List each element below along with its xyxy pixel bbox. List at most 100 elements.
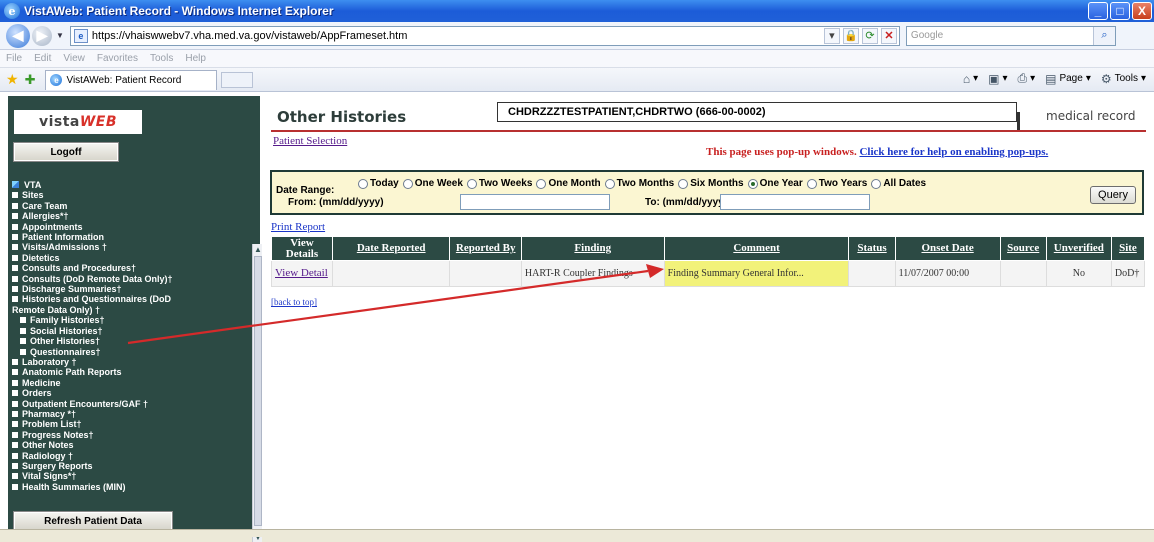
sidebar-item[interactable]: Problem List† [12,419,258,429]
sidebar-item[interactable]: Questionnaires† [12,347,258,357]
col-finding-label[interactable]: Finding [574,242,611,254]
col-onset-date[interactable]: Onset Date [894,236,1001,261]
sidebar-item[interactable]: Surgery Reports [12,461,258,471]
back-to-top-link[interactable]: [back to top] [271,297,317,307]
col-source[interactable]: Source [999,236,1047,261]
address-url[interactable]: https://vhaiswwebv7.vha.med.va.gov/vista… [92,30,407,42]
refresh-icon[interactable]: ⟳ [861,27,878,44]
radio-button[interactable] [358,178,368,189]
col-date-reported-label[interactable]: Date Reported [357,242,426,254]
col-unverified-label[interactable]: Unverified [1054,242,1104,254]
sidebar-item[interactable]: Sites [12,190,258,200]
date-range-option[interactable]: One Year [747,178,803,189]
feeds-button[interactable]: ▣ ▾ [988,72,1007,86]
sidebar-item[interactable]: Other Notes [12,440,258,450]
menu-favorites[interactable]: Favorites [97,53,138,64]
date-range-option[interactable]: One Week [402,178,463,189]
sidebar-item[interactable]: Consults (DoD Remote Data Only)† [12,274,258,284]
date-range-option[interactable]: Today [358,178,399,189]
close-button[interactable]: X [1132,2,1152,20]
sidebar-item[interactable]: Outpatient Encounters/GAF † [12,399,258,409]
col-date-reported[interactable]: Date Reported [331,236,451,261]
refresh-patient-data-button[interactable]: Refresh Patient Data [13,511,173,531]
sidebar-item[interactable]: Appointments [12,222,258,232]
stop-icon[interactable]: ✕ [880,27,897,44]
date-range-option[interactable]: All Dates [871,178,926,189]
scroll-up-icon[interactable]: ▲ [253,244,263,254]
address-bar[interactable]: e https://vhaiswwebv7.vha.med.va.gov/vis… [69,25,900,46]
col-comment[interactable]: Comment [663,236,850,261]
date-range-option[interactable]: Six Months [678,178,744,189]
patient-selection-link[interactable]: Patient Selection [273,135,347,147]
sidebar-item[interactable]: VTA [12,180,258,190]
col-onset-date-label[interactable]: Onset Date [921,242,973,254]
col-reported-by-label[interactable]: Reported By [456,242,516,254]
maximize-button[interactable]: □ [1110,2,1130,20]
sidebar-item[interactable]: Family Histories† [12,315,258,325]
minimize-button[interactable]: _ [1088,2,1108,20]
tools-menu[interactable]: ⚙ Tools ▾ [1101,72,1146,86]
history-dropdown-icon[interactable]: ▼ [56,31,64,40]
sidebar-item[interactable]: Social Histories† [12,326,258,336]
popup-help-link[interactable]: Click here for help on enabling pop-ups. [859,146,1048,158]
sidebar-item[interactable]: Orders [12,388,258,398]
menu-view[interactable]: View [63,53,85,64]
sidebar-item[interactable]: Medicine [12,378,258,388]
radio-button[interactable] [604,178,615,189]
search-input[interactable]: Google ⌕ [905,25,1116,46]
menu-edit[interactable]: Edit [34,53,51,64]
radio-button[interactable] [536,178,547,189]
col-site[interactable]: Site [1110,236,1146,261]
sidebar-item[interactable]: Consults and Procedures† [12,263,258,273]
sidebar-item[interactable]: Health Summaries (MIN) [12,482,258,492]
date-range-option[interactable]: Two Years [806,178,867,189]
radio-button[interactable] [806,178,817,189]
sidebar-item[interactable]: Discharge Summaries† [12,284,258,294]
search-icon[interactable]: ⌕ [1092,26,1115,45]
sidebar-item[interactable]: Radiology † [12,451,258,461]
tab-patient-record[interactable]: e VistAWeb: Patient Record [45,69,218,90]
sidebar-item[interactable]: Anatomic Path Reports [12,367,258,377]
radio-button[interactable] [402,178,413,189]
sidebar-item[interactable]: Dietetics [12,253,258,263]
sidebar-item[interactable]: Remote Data Only) † [12,305,258,315]
radio-button[interactable] [678,178,689,189]
date-range-option[interactable]: One Month [536,178,601,189]
col-finding[interactable]: Finding [520,236,665,261]
sidebar-item[interactable]: Laboratory † [12,357,258,367]
sidebar-scrollbar[interactable]: ▲ ▼ [252,244,262,542]
add-favorites-icon[interactable]: ✚ [25,72,36,88]
sidebar-item[interactable]: Progress Notes† [12,430,258,440]
sidebar-item[interactable]: Allergies*† [12,211,258,221]
page-menu[interactable]: ▤ Page ▾ [1045,72,1091,86]
sidebar-item[interactable]: Patient Information [12,232,258,242]
radio-button[interactable] [747,178,758,189]
home-button[interactable]: ⌂ ▾ [963,72,978,86]
logoff-button[interactable]: Logoff [13,142,119,162]
scroll-thumb[interactable] [254,256,262,526]
from-date-input[interactable] [460,194,610,210]
forward-button[interactable]: ▶ [32,25,52,46]
col-comment-label[interactable]: Comment [733,242,779,254]
col-site-label[interactable]: Site [1119,242,1137,254]
address-dropdown-icon[interactable]: ▾ [823,27,840,44]
sidebar-item[interactable]: Pharmacy *† [12,409,258,419]
date-range-option[interactable]: Two Months [604,178,674,189]
new-tab-button[interactable] [221,71,254,88]
lock-icon[interactable]: 🔒 [842,27,859,44]
print-button[interactable]: ⎙ ▾ [1017,71,1035,86]
radio-button[interactable] [871,178,882,189]
col-reported-by[interactable]: Reported By [449,236,522,261]
col-unverified[interactable]: Unverified [1045,236,1112,261]
favorites-star-icon[interactable]: ★ [6,71,19,88]
col-source-label[interactable]: Source [1007,242,1039,254]
menu-help[interactable]: Help [185,53,206,64]
menu-tools[interactable]: Tools [150,53,173,64]
date-range-option[interactable]: Two Weeks [466,178,532,189]
query-button[interactable]: Query [1090,186,1136,204]
back-button[interactable]: ◀ [6,23,30,48]
sidebar-item[interactable]: Visits/Admissions † [12,242,258,252]
sidebar-item[interactable]: Vital Signs*† [12,471,258,481]
sidebar-item[interactable]: Care Team [12,201,258,211]
sidebar-item[interactable]: Histories and Questionnaires (DoD [12,294,258,304]
